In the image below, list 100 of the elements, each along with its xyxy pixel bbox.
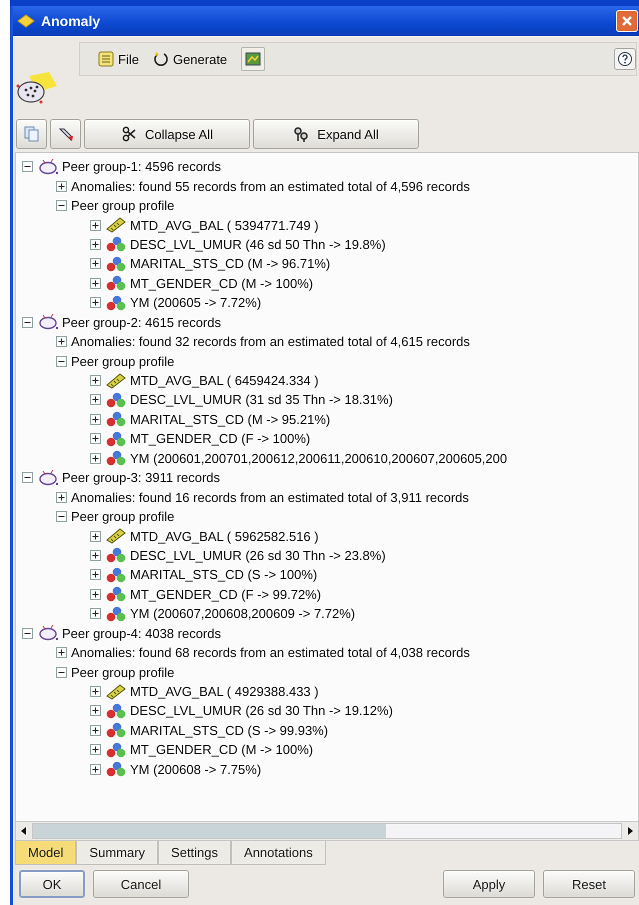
tree-item[interactable]: Peer group profile (71, 354, 174, 369)
collapse-icon[interactable] (22, 628, 33, 639)
expand-icon[interactable] (56, 647, 67, 658)
cluster-icon (37, 625, 59, 642)
scroll-left-icon[interactable] (20, 827, 28, 835)
tree-item[interactable]: MTD_AVG_BAL ( 5394771.749 ) (130, 218, 319, 233)
collapse-icon[interactable] (56, 356, 67, 367)
export-icon[interactable] (241, 47, 266, 71)
dialog-button[interactable]: OK (19, 870, 85, 898)
tab[interactable]: Model (15, 841, 76, 865)
tree-item[interactable]: DESC_LVL_UMUR (31 sd 35 Thn -> 18.31%) (130, 392, 393, 408)
tree-item[interactable]: DESC_LVL_UMUR (26 sd 30 Thn -> 23.8%) (130, 548, 386, 563)
help-icon[interactable] (614, 48, 636, 70)
toolbar-button[interactable]: Expand All (253, 119, 419, 149)
tree-item[interactable]: MARITAL_STS_CD (S -> 99.93%) (130, 722, 328, 738)
ruler-icon (105, 217, 127, 234)
tree-item[interactable]: DESC_LVL_UMUR (46 sd 50 Thn -> 19.8%) (130, 236, 386, 252)
expand-icon[interactable] (56, 492, 67, 503)
collapse-icon[interactable] (56, 200, 67, 212)
balls-icon (105, 702, 127, 719)
tree-item[interactable]: YM (200605 -> 7.72%) (130, 295, 262, 310)
close-button[interactable] (616, 10, 638, 32)
balls-icon (105, 294, 127, 311)
tree-item[interactable]: Peer group-3: 3911 records (62, 470, 220, 486)
expand-icon[interactable] (90, 433, 101, 444)
tree-item[interactable]: Anomalies: found 68 records from an estimated total of 4,038 records (71, 645, 470, 660)
expand-icon[interactable] (90, 705, 101, 716)
expand-icon[interactable] (90, 394, 101, 406)
scroll-right-icon[interactable] (626, 827, 634, 835)
balls-icon (105, 586, 127, 602)
expand-icon[interactable] (90, 297, 101, 308)
expand-icon[interactable] (90, 724, 101, 736)
tree-item[interactable]: YM (200601,200701,200612,200611,200610,200607,200605,200 (130, 450, 508, 466)
tree-item[interactable]: MT_GENDER_CD (M -> 100%) (130, 742, 314, 758)
tree-item[interactable]: Peer group profile (71, 198, 174, 214)
expand-icon[interactable] (90, 238, 101, 250)
tree-item[interactable]: Peer group-1: 4596 records (62, 159, 221, 174)
expand-icon[interactable] (90, 764, 101, 775)
tree-item[interactable]: MARITAL_STS_CD (M -> 96.71%) (130, 256, 330, 272)
tab[interactable]: Settings (158, 841, 232, 865)
tree-item[interactable]: MTD_AVG_BAL ( 4929388.433 ) (130, 684, 319, 700)
expand-icon[interactable] (56, 180, 67, 192)
cluster-icon (37, 158, 59, 175)
collapse-icon[interactable] (22, 316, 33, 328)
toolbar-button[interactable]: Collapse All (84, 119, 250, 149)
tab[interactable]: Annotations (231, 841, 326, 865)
expand-icon[interactable] (56, 336, 67, 348)
tree-item[interactable]: Peer group profile (71, 664, 174, 680)
copy-icon[interactable] (16, 119, 47, 149)
tree-item[interactable]: Anomalies: found 16 records from an estimated total of 3,911 records (71, 490, 469, 505)
tab[interactable]: Summary (76, 841, 158, 865)
dialog-button[interactable]: Reset (543, 870, 635, 898)
menu-item[interactable]: File (98, 51, 139, 67)
tree-item[interactable]: Peer group-4: 4038 records (62, 626, 221, 641)
tree-item[interactable]: Anomalies: found 55 records from an estimated total of 4,596 records (71, 178, 470, 194)
dialog-button[interactable]: Apply (443, 870, 535, 898)
expand-icon[interactable] (90, 414, 101, 425)
collapse-icon[interactable] (22, 161, 33, 172)
expand-icon[interactable] (90, 530, 101, 542)
ruler-icon (105, 528, 127, 544)
close-icon (621, 15, 633, 27)
tree-item[interactable]: MTD_AVG_BAL ( 6459424.334 ) (130, 373, 319, 388)
tree-item[interactable]: Peer group profile (71, 509, 174, 524)
collapse-icon[interactable] (56, 511, 67, 522)
tree-item[interactable]: MARITAL_STS_CD (S -> 100%) (130, 567, 318, 582)
expand-icon[interactable] (90, 452, 101, 464)
balls-icon (105, 430, 127, 447)
expand-icon[interactable] (90, 608, 101, 620)
tree-item[interactable]: MARITAL_STS_CD (M -> 95.21%) (130, 412, 330, 427)
tree-item[interactable]: YM (200608 -> 7.75%) (130, 762, 262, 777)
balls-icon (105, 275, 127, 292)
expand-icon[interactable] (90, 550, 101, 561)
ruler-icon (105, 684, 127, 700)
tree-item[interactable]: Anomalies: found 32 records from an estimated total of 4,615 records (71, 334, 470, 350)
balls-icon (105, 236, 127, 252)
tree-item[interactable]: MTD_AVG_BAL ( 5962582.516 ) (130, 528, 319, 544)
balls-icon (105, 566, 127, 583)
expand-icon[interactable] (90, 258, 101, 270)
collapse-icon[interactable] (22, 472, 33, 484)
expand-icon[interactable] (90, 569, 101, 580)
expand-icon[interactable] (90, 588, 101, 600)
expand-icon[interactable] (90, 744, 101, 756)
window-title: Anomaly (41, 13, 100, 29)
collapse-icon[interactable] (56, 666, 67, 678)
pen-icon[interactable] (50, 119, 81, 149)
balls-icon (105, 411, 127, 428)
tree-item[interactable]: YM (200607,200608,200609 -> 7.72%) (130, 606, 356, 622)
expand-icon[interactable] (90, 375, 101, 386)
menu-item[interactable]: Generate (152, 51, 228, 67)
expand-icon[interactable] (90, 686, 101, 698)
tree-item[interactable]: MT_GENDER_CD (M -> 100%) (130, 276, 314, 291)
expand-icon[interactable] (90, 278, 101, 289)
tree-item[interactable]: Peer group-2: 4615 records (62, 314, 221, 330)
horizontal-scrollbar[interactable] (16, 821, 638, 840)
cluster-icon (37, 470, 59, 486)
tree-item[interactable]: MT_GENDER_CD (F -> 100%) (130, 431, 310, 446)
expand-icon[interactable] (90, 220, 101, 231)
tree-item[interactable]: DESC_LVL_UMUR (26 sd 30 Thn -> 19.12%) (130, 703, 393, 718)
dialog-button[interactable]: Cancel (93, 870, 189, 898)
tree-item[interactable]: MT_GENDER_CD (F -> 99.72%) (130, 586, 322, 602)
